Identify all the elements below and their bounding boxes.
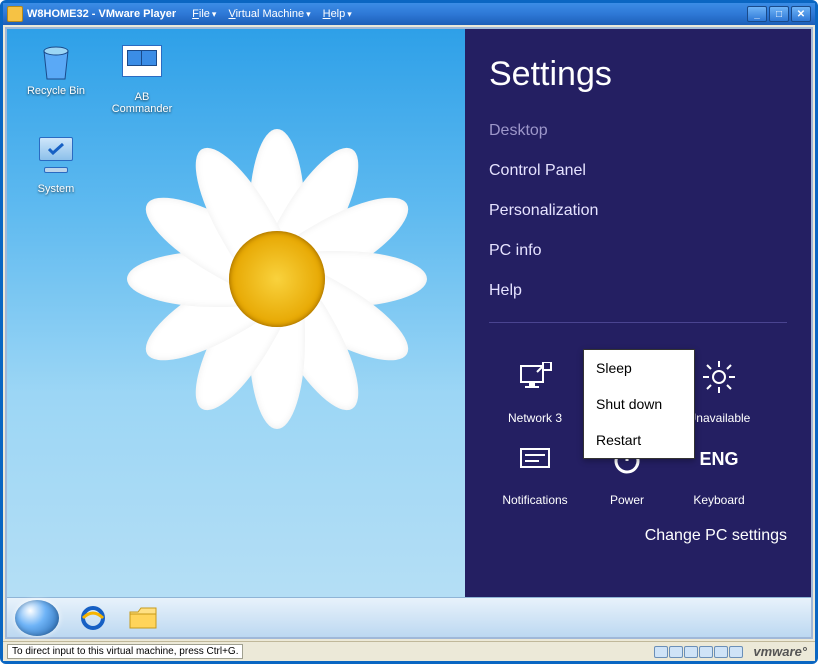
tile-notifications[interactable]: Notifications (489, 425, 581, 507)
taskbar (7, 597, 811, 637)
device-icon[interactable] (729, 646, 743, 658)
tile-label: Network 3 (508, 411, 562, 425)
ab-commander-icon (122, 45, 162, 77)
ie-icon (79, 604, 107, 632)
settings-link-control-panel[interactable]: Control Panel (489, 162, 787, 180)
window-title: W8HOME32 - VMware Player (27, 8, 176, 20)
settings-title: Settings (489, 55, 787, 94)
device-icon[interactable] (714, 646, 728, 658)
power-popup-menu: Sleep Shut down Restart (583, 349, 695, 459)
system-icon (36, 137, 76, 173)
folder-icon (128, 606, 158, 630)
tile-label: Unavailable (688, 411, 751, 425)
menu-file[interactable]: File▾ (192, 8, 216, 20)
start-button[interactable] (15, 600, 59, 636)
settings-link-personalization[interactable]: Personalization (489, 202, 787, 220)
settings-charm-panel: Settings Desktop Control Panel Personali… (465, 29, 811, 597)
app-icon (7, 6, 23, 22)
menu-help[interactable]: Help▾ (323, 8, 352, 20)
taskbar-explorer[interactable] (127, 604, 159, 632)
recycle-bin-icon (34, 39, 78, 83)
desktop-icon-label: System (17, 183, 95, 195)
desktop-icon-label: AB Commander (103, 91, 181, 115)
tile-network[interactable]: Network 3 (489, 343, 581, 425)
keyboard-icon: ENG (699, 425, 738, 493)
change-pc-settings[interactable]: Change PC settings (489, 527, 787, 545)
minimize-button[interactable]: _ (747, 6, 767, 22)
status-hint: To direct input to this virtual machine,… (7, 644, 243, 659)
statusbar: To direct input to this virtual machine,… (3, 641, 815, 661)
device-icon[interactable] (669, 646, 683, 658)
tile-label: Keyboard (693, 493, 744, 507)
app-window: W8HOME32 - VMware Player File▾ Virtual M… (0, 0, 818, 664)
network-icon (517, 343, 553, 411)
wallpaper-flower (117, 119, 437, 439)
taskbar-ie[interactable] (77, 604, 109, 632)
desktop-icon-system[interactable]: System (17, 133, 95, 195)
tile-label: Power (610, 493, 644, 507)
power-menu-shutdown[interactable]: Shut down (584, 386, 694, 422)
settings-link-help[interactable]: Help (489, 282, 787, 300)
desktop-icon-label: Recycle Bin (17, 85, 95, 97)
desktop-icon-ab-commander[interactable]: AB Commander (103, 39, 181, 115)
vmware-device-icons[interactable] (654, 646, 743, 658)
power-menu-sleep[interactable]: Sleep (584, 350, 694, 386)
vmware-brand: vmware° (753, 644, 807, 659)
device-icon[interactable] (684, 646, 698, 658)
power-menu-restart[interactable]: Restart (584, 422, 694, 458)
titlebar: W8HOME32 - VMware Player File▾ Virtual M… (3, 3, 815, 25)
settings-link-desktop[interactable]: Desktop (489, 122, 787, 140)
close-button[interactable]: ✕ (791, 6, 811, 22)
maximize-button[interactable]: □ (769, 6, 789, 22)
settings-link-pc-info[interactable]: PC info (489, 242, 787, 260)
device-icon[interactable] (654, 646, 668, 658)
device-icon[interactable] (699, 646, 713, 658)
notifications-icon (517, 425, 553, 493)
divider (489, 322, 787, 323)
menu-virtual-machine[interactable]: Virtual Machine▾ (228, 8, 310, 20)
vm-viewport: Recycle Bin AB Commander System Settings (5, 27, 813, 639)
brightness-icon (701, 343, 737, 411)
desktop-icon-recycle-bin[interactable]: Recycle Bin (17, 39, 95, 97)
tile-label: Notifications (502, 493, 567, 507)
